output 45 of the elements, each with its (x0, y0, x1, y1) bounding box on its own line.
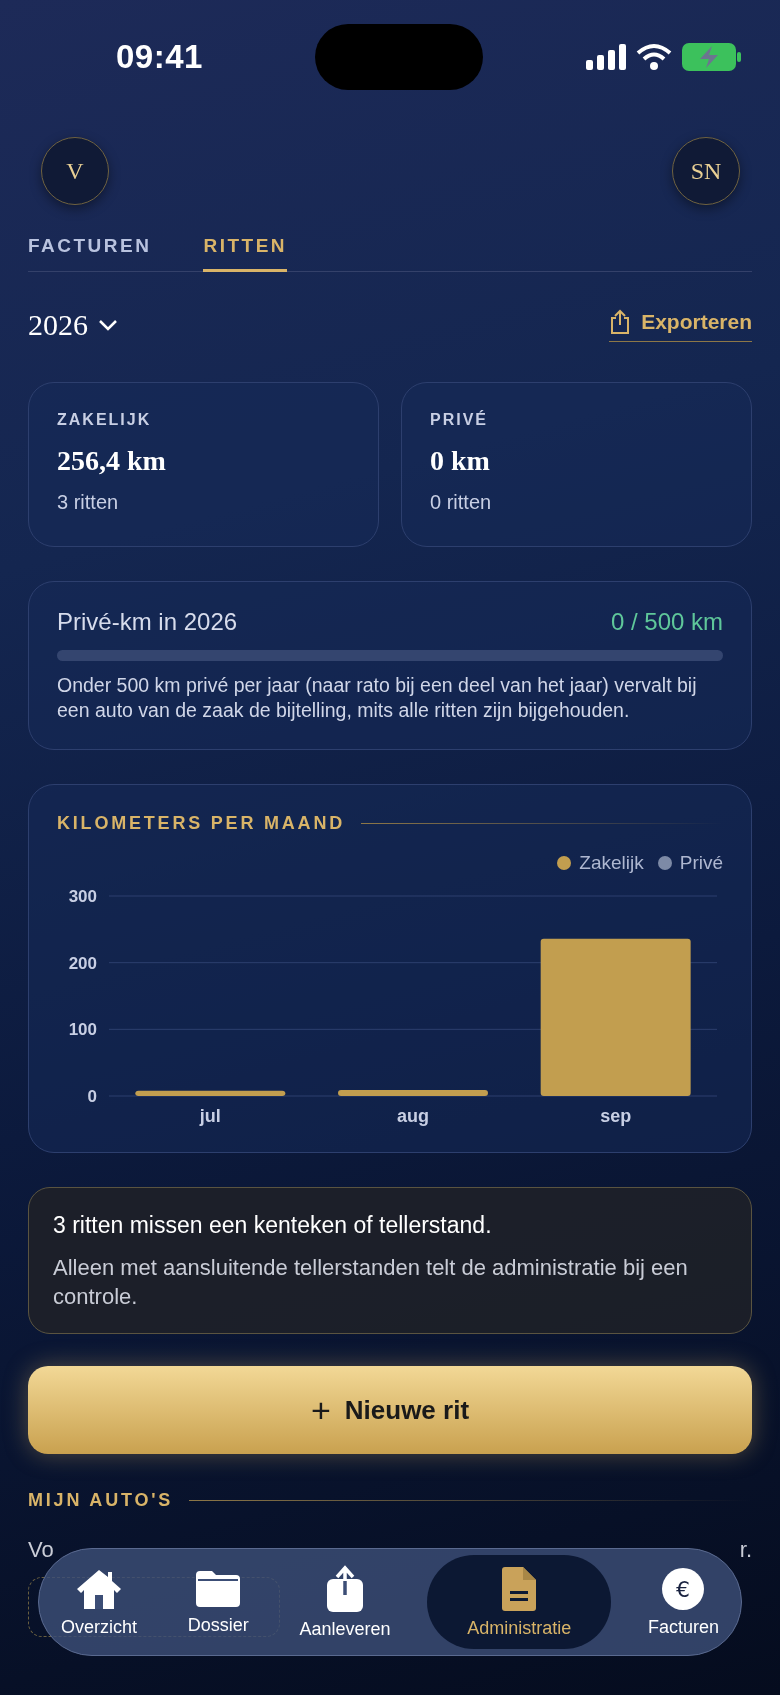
x-tick-label: jul (199, 1106, 221, 1126)
stat-label: ZAKELIJK (57, 411, 153, 429)
new-trip-button[interactable]: + Nieuwe rit (28, 1366, 752, 1454)
intro-text: Vo (28, 1537, 54, 1563)
stat-label: PRIVÉ (430, 411, 489, 429)
x-tick-label: aug (397, 1106, 429, 1126)
limit-reading: 0 / 500 km (610, 608, 723, 636)
limit-note: Onder 500 km privé per jaar (naar rato bij een deel van het jaar) vervalt bij een auto van de zaak de bijtelling, mits alle ritten zijn bijgehouden. (57, 673, 698, 723)
tab[interactable]: RITTEN (203, 227, 288, 272)
y-tick-label: 100 (68, 1020, 97, 1040)
signal-icon (586, 44, 626, 70)
stat-subtext: 0 ritten (430, 491, 493, 514)
nav-item[interactable]: € Facturen (633, 1555, 733, 1649)
avatar-button[interactable]: SN (672, 137, 740, 205)
export-link[interactable]: Exporteren (609, 308, 752, 342)
chart-title: KILOMETERS PER MAAND (57, 813, 345, 834)
chevron-down-icon (98, 319, 118, 331)
legend-item: Privé (657, 852, 723, 874)
limit-title: Privé-km in 2026 (57, 608, 238, 636)
stat-subtext: 3 ritten (57, 491, 120, 514)
y-tick-label: 300 (68, 887, 97, 906)
folder-icon (194, 1568, 243, 1609)
battery-charging-icon (682, 43, 742, 71)
intro-text: r. (739, 1537, 752, 1563)
nav-item[interactable]: Dossier (173, 1555, 263, 1649)
section-title: MIJN AUTO'S (28, 1490, 174, 1511)
document-icon (501, 1565, 538, 1612)
x-tick-label: sep (600, 1106, 632, 1126)
y-tick-label: 0 (87, 1087, 97, 1106)
logo-button[interactable]: V (41, 137, 109, 205)
upload-icon (324, 1564, 365, 1613)
warning-text: Alleen met aansluitende tellerstanden telt de administratie bij een controle. (53, 1254, 689, 1311)
warning-title: 3 ritten missen een kenteken of tellerstand. (53, 1212, 493, 1239)
stat-value: 0 km (430, 445, 491, 477)
y-tick-label: 200 (68, 953, 97, 973)
euro-icon: € (661, 1566, 706, 1611)
year-dropdown[interactable]: 2026 (28, 308, 118, 342)
nav-item[interactable]: Administratie (427, 1555, 612, 1649)
wifi-icon (636, 43, 672, 71)
share-icon (609, 308, 632, 335)
stat-value: 256,4 km (57, 445, 167, 477)
status-time: 09:41 (116, 38, 203, 76)
tab[interactable]: FACTUREN (28, 227, 152, 272)
legend-item: Zakelijk (557, 852, 644, 874)
nav-item[interactable]: Aanleveren (285, 1555, 405, 1649)
